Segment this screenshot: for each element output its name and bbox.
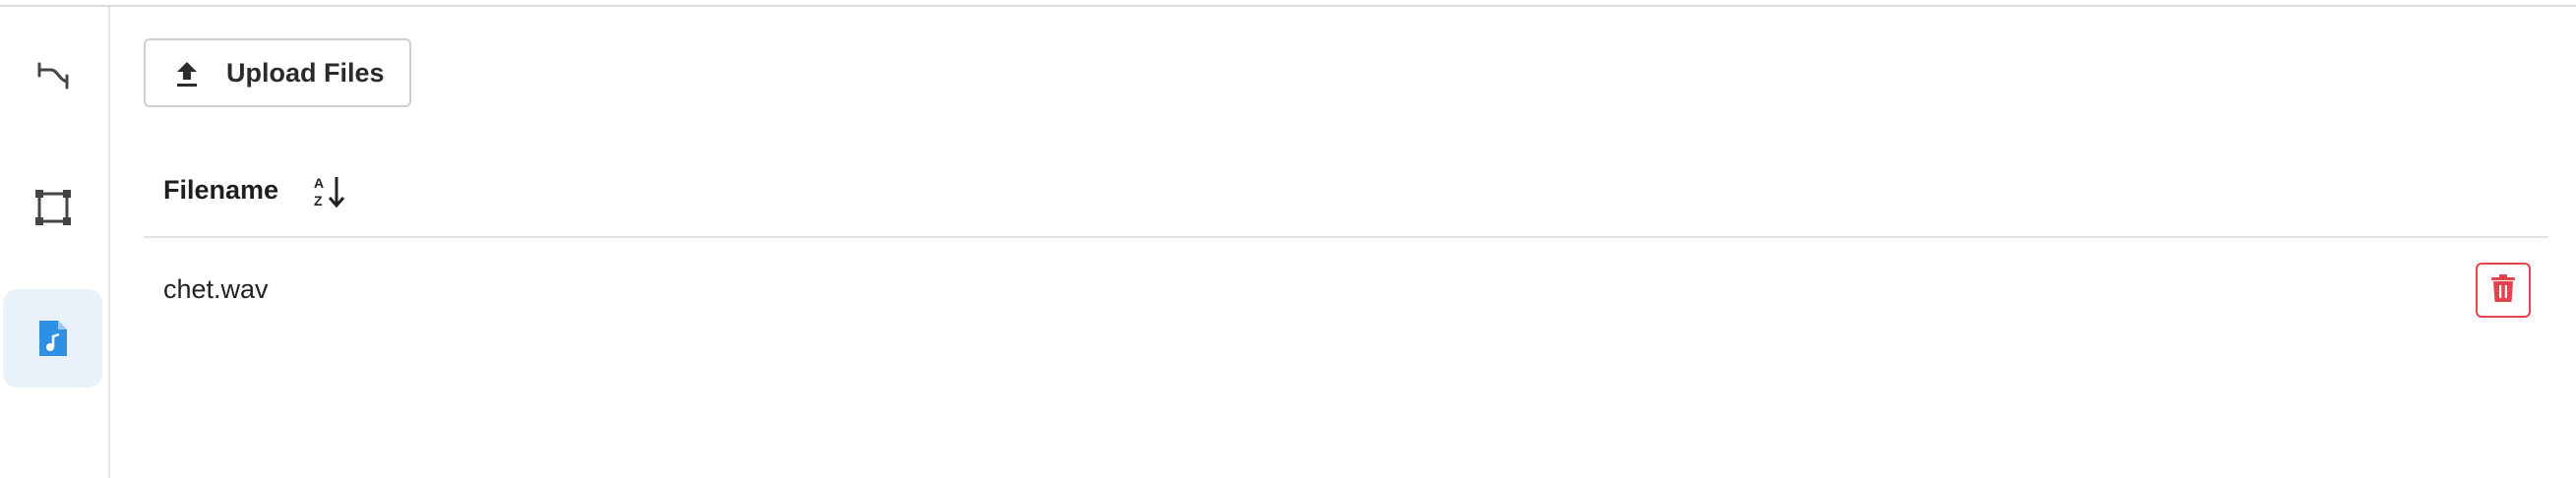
sidebar-item-bounding-box[interactable] bbox=[3, 158, 102, 257]
sidebar-item-audio-files[interactable] bbox=[3, 289, 102, 388]
bounding-box-icon bbox=[33, 188, 73, 227]
table-header: Filename A Z bbox=[144, 145, 2548, 238]
upload-files-label: Upload Files bbox=[226, 58, 385, 88]
svg-text:Z: Z bbox=[314, 193, 323, 209]
sidebar-item-route[interactable] bbox=[3, 27, 102, 125]
files-table: Filename A Z chet.wav bbox=[144, 145, 2548, 342]
upload-icon bbox=[175, 60, 199, 92]
main-panel: Upload Files Filename A Z chet.wav bbox=[110, 7, 2576, 478]
column-header-filename: Filename bbox=[163, 175, 279, 205]
delete-file-button[interactable] bbox=[2476, 263, 2531, 318]
svg-text:A: A bbox=[314, 175, 324, 191]
route-icon bbox=[33, 56, 73, 95]
file-name: chet.wav bbox=[163, 274, 269, 304]
trash-icon bbox=[2490, 273, 2516, 308]
upload-files-button[interactable]: Upload Files bbox=[144, 38, 411, 107]
table-row[interactable]: chet.wav bbox=[144, 238, 2548, 342]
sidebar bbox=[0, 7, 110, 478]
sort-alpha-down-icon[interactable]: A Z bbox=[313, 174, 348, 214]
audio-file-icon bbox=[36, 319, 70, 358]
